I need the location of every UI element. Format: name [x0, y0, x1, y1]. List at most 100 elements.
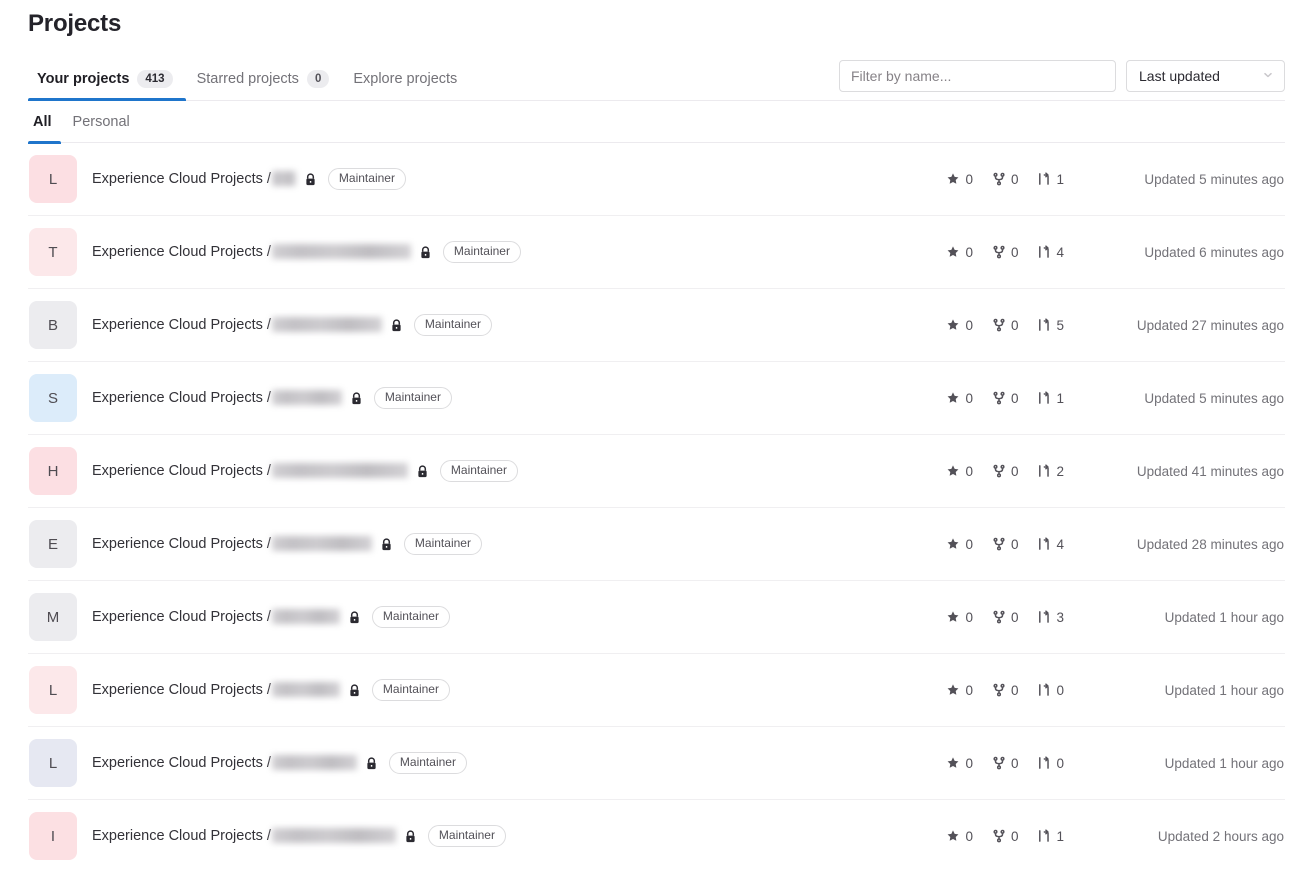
forks-stat[interactable]: 0 [992, 245, 1018, 260]
avatar-letter: L [48, 170, 58, 188]
avatar-letter: L [48, 754, 58, 772]
project-row[interactable]: M Experience Cloud Projects / Maintainer 0 0… [28, 581, 1285, 654]
merge-requests-stat[interactable]: 0 [1037, 756, 1064, 771]
star-icon [946, 610, 960, 624]
project-link[interactable]: Experience Cloud Projects / [92, 244, 271, 260]
forks-count: 0 [1010, 390, 1019, 406]
project-name-redacted [271, 608, 340, 624]
project-link[interactable]: Experience Cloud Projects / [92, 463, 271, 479]
merge-request-icon [1037, 756, 1051, 770]
merge-request-icon [1037, 172, 1051, 186]
merge-requests-count: 2 [1056, 463, 1064, 479]
tab-explore-projects[interactable]: Explore projects [342, 58, 470, 100]
project-link[interactable]: Experience Cloud Projects / [92, 536, 271, 552]
sort-dropdown[interactable]: Last updated [1126, 60, 1285, 92]
project-row[interactable]: L Experience Cloud Projects / Maintainer 0 0… [28, 143, 1285, 216]
merge-requests-stat[interactable]: 3 [1037, 610, 1064, 625]
project-link[interactable]: Experience Cloud Projects / [92, 755, 271, 771]
subtab-label: Personal [72, 113, 130, 130]
stars-count: 0 [965, 463, 973, 479]
tab-starred-projects[interactable]: Starred projects 0 [186, 58, 343, 100]
forks-stat[interactable]: 0 [992, 682, 1019, 698]
subtab-personal[interactable]: Personal [61, 101, 142, 143]
project-row[interactable]: E Experience Cloud Projects / Maintainer 0 0… [28, 508, 1285, 581]
project-row[interactable]: H Experience Cloud Projects / Maintainer 0 0… [28, 435, 1285, 508]
updated-timestamp: Updated 1 hour ago [1164, 755, 1284, 771]
avatar-letter: T [48, 243, 58, 261]
forks-count: 0 [1010, 682, 1019, 698]
forks-stat[interactable]: 0 [992, 610, 1018, 625]
stars-stat[interactable]: 0 [946, 391, 973, 406]
project-row[interactable]: B Experience Cloud Projects / Maintainer 0 0… [28, 289, 1285, 362]
project-link[interactable]: Experience Cloud Projects / [92, 682, 271, 698]
forks-stat[interactable]: 0 [992, 318, 1018, 333]
forks-stat[interactable]: 0 [992, 464, 1018, 479]
stars-count: 0 [965, 755, 973, 771]
merge-requests-stat[interactable]: 1 [1037, 391, 1064, 406]
project-identity: Experience Cloud Projects / Maintainer [92, 168, 946, 190]
project-row[interactable]: I Experience Cloud Projects / Maintainer 0 0… [28, 800, 1285, 871]
tab-your-projects[interactable]: Your projects 413 [28, 58, 186, 101]
project-row[interactable]: L Experience Cloud Projects / Maintainer 0 0… [28, 727, 1285, 800]
role-badge: Maintainer [442, 241, 521, 263]
merge-requests-count: 1 [1056, 828, 1064, 844]
project-identity: Experience Cloud Projects / Maintainer [92, 679, 946, 701]
merge-request-icon [1037, 610, 1051, 624]
merge-request-icon [1037, 829, 1051, 843]
updated-timestamp: Updated 27 minutes ago [1136, 317, 1284, 333]
merge-requests-stat[interactable]: 2 [1037, 464, 1064, 479]
lock-icon [347, 683, 362, 698]
project-link[interactable]: Experience Cloud Projects / [92, 390, 271, 406]
stars-stat[interactable]: 0 [946, 610, 973, 625]
merge-requests-stat[interactable]: 5 [1037, 318, 1064, 333]
merge-requests-stat[interactable]: 0 [1037, 683, 1064, 698]
stars-stat[interactable]: 0 [946, 172, 973, 187]
forks-stat[interactable]: 0 [992, 390, 1019, 406]
stars-stat[interactable]: 0 [946, 683, 973, 698]
project-name-redacted [271, 462, 408, 478]
fork-icon [992, 610, 1006, 624]
merge-requests-stat[interactable]: 1 [1037, 829, 1064, 844]
subtab-all[interactable]: All [28, 101, 61, 144]
stars-stat[interactable]: 0 [946, 537, 973, 552]
project-name-redacted [271, 535, 372, 551]
search-input[interactable] [839, 60, 1116, 92]
project-row[interactable]: L Experience Cloud Projects / Maintainer 0 0… [28, 654, 1285, 727]
tab-count-badge: 413 [137, 70, 173, 88]
star-icon [946, 537, 960, 551]
forks-stat[interactable]: 0 [992, 829, 1018, 844]
updated-timestamp: Updated 6 minutes ago [1144, 244, 1284, 260]
lock-icon [347, 610, 362, 625]
project-stats: 0 0 4 [946, 245, 1074, 260]
project-row[interactable]: S Experience Cloud Projects / Maintainer 0 0… [28, 362, 1285, 435]
project-stats: 0 0 0 [946, 683, 1074, 698]
merge-requests-count: 4 [1056, 244, 1064, 260]
fork-icon [992, 683, 1006, 697]
role-badge: Maintainer [371, 606, 450, 628]
project-link[interactable]: Experience Cloud Projects / [92, 609, 271, 625]
star-icon [946, 245, 960, 259]
role-badge: Maintainer [427, 825, 506, 847]
project-link[interactable]: Experience Cloud Projects / [92, 828, 271, 844]
merge-requests-count: 1 [1056, 390, 1064, 406]
project-avatar: L [29, 155, 77, 203]
stars-stat[interactable]: 0 [946, 318, 973, 333]
forks-stat[interactable]: 0 [992, 756, 1018, 771]
stars-count: 0 [965, 317, 973, 333]
merge-requests-stat[interactable]: 1 [1037, 172, 1064, 187]
lock-icon [389, 318, 404, 333]
secondary-tab-bar: All Personal [28, 101, 1285, 144]
merge-requests-stat[interactable]: 4 [1037, 537, 1064, 552]
stars-stat[interactable]: 0 [946, 756, 973, 771]
project-row[interactable]: T Experience Cloud Projects / Maintainer 0 0… [28, 216, 1285, 289]
project-link[interactable]: Experience Cloud Projects / [92, 317, 271, 333]
stars-stat[interactable]: 0 [946, 464, 973, 479]
stars-stat[interactable]: 0 [946, 245, 973, 260]
stars-stat[interactable]: 0 [946, 829, 973, 844]
project-avatar: L [29, 739, 77, 787]
forks-stat[interactable]: 0 [992, 172, 1018, 187]
merge-requests-stat[interactable]: 4 [1037, 245, 1064, 260]
forks-stat[interactable]: 0 [992, 537, 1018, 552]
role-badge: Maintainer [327, 168, 406, 190]
project-link[interactable]: Experience Cloud Projects / [92, 171, 271, 187]
